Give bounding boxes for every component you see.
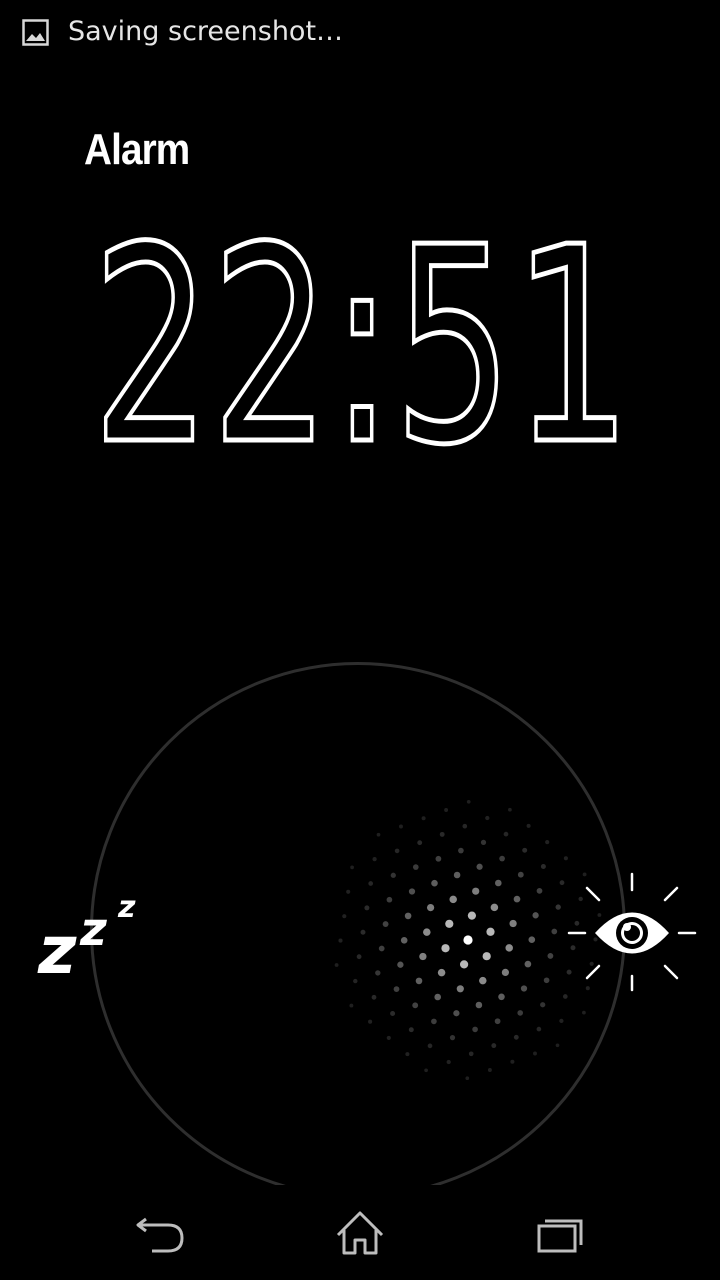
recent-apps-icon[interactable]: [530, 1205, 590, 1261]
alarm-screen: Saving screenshot… Alarm 22:51 z z z: [0, 0, 720, 1280]
svg-text:z: z: [79, 902, 107, 956]
back-icon[interactable]: [130, 1205, 190, 1261]
eye-dismiss-icon[interactable]: [565, 870, 700, 995]
home-icon[interactable]: [330, 1205, 390, 1261]
snooze-dismiss-dial[interactable]: z z z: [0, 640, 720, 1185]
alarm-time: 22:51: [90, 220, 635, 480]
notification-text: Saving screenshot…: [68, 16, 344, 47]
status-bar: Saving screenshot…: [0, 0, 720, 64]
zzz-snooze-icon[interactable]: z z z: [30, 885, 150, 989]
svg-text:z: z: [117, 890, 136, 925]
image-icon: [22, 19, 49, 46]
navigation-bar: [0, 1185, 720, 1280]
alarm-title: Alarm: [84, 125, 190, 174]
alarm-time-text: 22:51: [92, 220, 632, 480]
svg-text:z: z: [37, 912, 77, 985]
